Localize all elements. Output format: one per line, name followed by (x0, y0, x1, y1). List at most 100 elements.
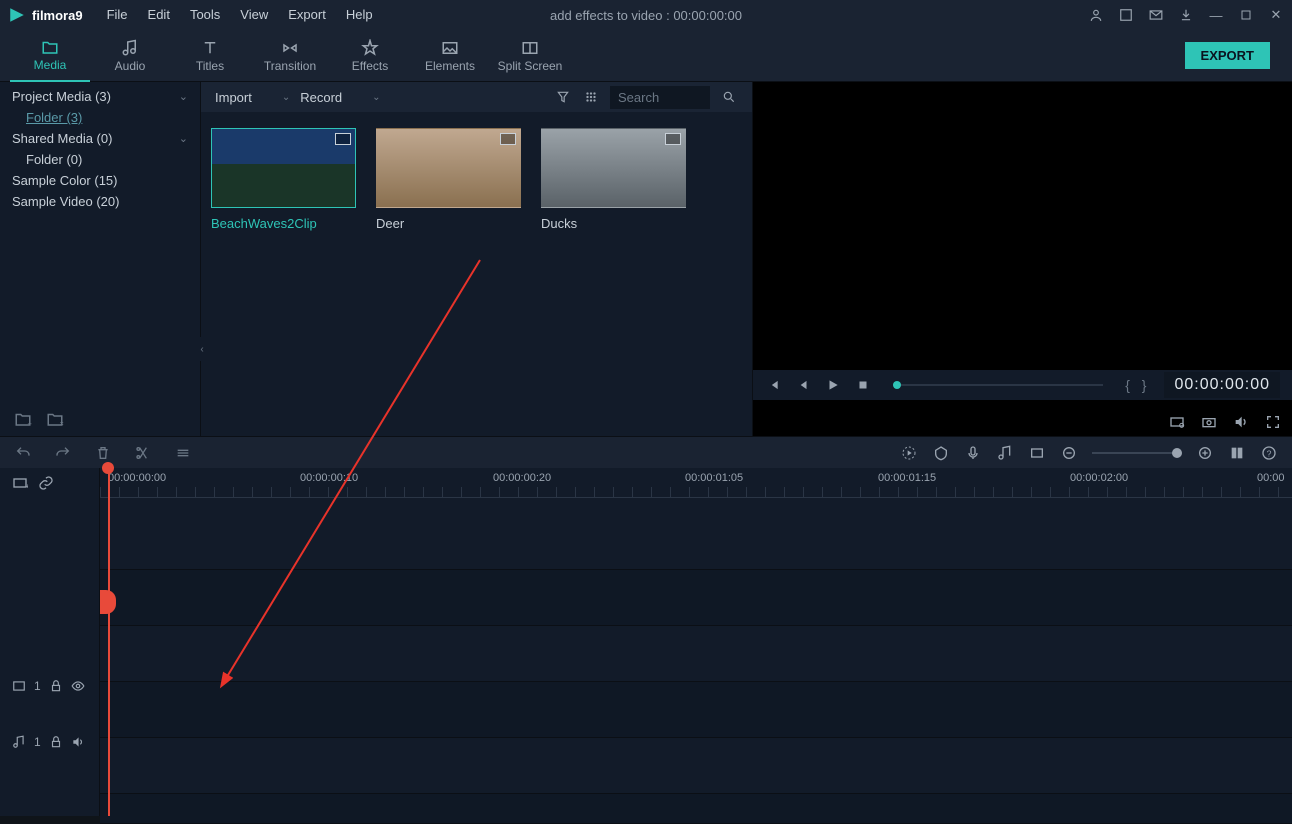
quality-icon[interactable] (1168, 414, 1186, 430)
sidebar-folder-0[interactable]: Folder (0) (0, 149, 200, 170)
redo-button[interactable] (54, 445, 72, 461)
svg-text:×: × (60, 419, 64, 428)
marker-icon[interactable] (932, 445, 950, 461)
close-icon[interactable]: ✕ (1268, 7, 1284, 23)
timeline: + 1 1 00:00:00:00 00:00:00:10 00:00:00:2… (0, 468, 1292, 816)
clip-deer[interactable]: Deer (376, 128, 521, 231)
video-track-index: 1 (34, 679, 41, 693)
minimize-icon[interactable]: — (1208, 7, 1224, 23)
media-bar: Import⌄ Record⌄ (201, 82, 752, 112)
timeline-toolbar: ? (0, 436, 1292, 468)
playhead-marker[interactable] (102, 462, 114, 474)
video-track-head[interactable]: 1 (0, 658, 99, 714)
view-mode-icon[interactable] (1228, 445, 1246, 461)
menu-view[interactable]: View (230, 0, 278, 30)
film-icon (500, 133, 516, 145)
mail-icon[interactable] (1148, 7, 1164, 23)
film-icon (665, 133, 681, 145)
sidebar-project-media[interactable]: Project Media (3)⌄ (0, 86, 200, 107)
zoom-out-button[interactable] (1060, 445, 1078, 461)
transport-bar: { } 00:00:00:00 (753, 370, 1292, 400)
record-icon[interactable] (964, 445, 982, 461)
crop-button[interactable] (174, 445, 192, 461)
preview-pane: { } 00:00:00:00 (752, 82, 1292, 436)
stop-button[interactable] (855, 377, 871, 393)
download-icon[interactable] (1178, 7, 1194, 23)
sidebar-sample-video[interactable]: Sample Video (20) (0, 191, 200, 212)
fit-icon[interactable] (1028, 445, 1046, 461)
export-button[interactable]: EXPORT (1185, 42, 1270, 69)
tab-media[interactable]: Media (10, 30, 90, 82)
search-input[interactable] (610, 86, 710, 109)
sidebar-collapse-handle[interactable]: ‹ (198, 337, 206, 361)
link-icon[interactable] (38, 475, 54, 491)
playhead-knob[interactable] (100, 590, 116, 614)
tab-audio[interactable]: Audio (90, 30, 170, 82)
main-menu: File Edit Tools View Export Help (97, 0, 383, 30)
snapshot-icon[interactable] (1200, 414, 1218, 430)
tab-elements[interactable]: Elements (410, 30, 490, 82)
zoom-slider[interactable] (1092, 452, 1182, 454)
chevron-down-icon: ⌄ (372, 92, 380, 103)
save-icon[interactable] (1118, 7, 1134, 23)
menu-help[interactable]: Help (336, 0, 383, 30)
menu-edit[interactable]: Edit (138, 0, 180, 30)
tab-effects[interactable]: Effects (330, 30, 410, 82)
sidebar-sample-color[interactable]: Sample Color (15) (0, 170, 200, 191)
menu-file[interactable]: File (97, 0, 138, 30)
sidebar-folder-3[interactable]: Folder (3) (0, 107, 200, 128)
clip-grid: BeachWaves2Clip Deer Ducks (201, 112, 752, 247)
clip-ducks[interactable]: Ducks (541, 128, 686, 231)
svg-text:+: + (25, 481, 28, 490)
user-icon[interactable] (1088, 7, 1104, 23)
add-track-icon[interactable]: + (12, 475, 28, 491)
star-icon (361, 39, 379, 57)
playhead[interactable] (108, 468, 110, 816)
render-icon[interactable] (900, 445, 918, 461)
zoom-in-button[interactable] (1196, 445, 1214, 461)
add-folder-icon[interactable]: + (14, 410, 32, 428)
record-dropdown[interactable]: Record⌄ (300, 90, 380, 105)
tab-titles[interactable]: Titles (170, 30, 250, 82)
app-name: filmora (32, 8, 75, 23)
grid-icon[interactable] (582, 90, 600, 104)
mark-in-out[interactable]: { } (1125, 377, 1150, 393)
seek-bar[interactable] (893, 384, 1103, 386)
timeline-track[interactable] (100, 794, 1292, 824)
import-dropdown[interactable]: Import⌄ (215, 90, 290, 105)
play-back-button[interactable] (795, 377, 811, 393)
split-button[interactable] (134, 445, 152, 461)
menu-export[interactable]: Export (278, 0, 336, 30)
folder-icon (41, 38, 59, 56)
audio-track[interactable] (100, 738, 1292, 794)
undo-button[interactable] (14, 445, 32, 461)
fullscreen-icon[interactable] (1264, 414, 1282, 430)
lock-icon[interactable] (49, 679, 63, 693)
remove-folder-icon[interactable]: × (46, 410, 64, 428)
tab-split-screen[interactable]: Split Screen (490, 30, 570, 82)
filter-icon[interactable] (554, 90, 572, 104)
search-icon[interactable] (720, 90, 738, 104)
sidebar-shared-media[interactable]: Shared Media (0)⌄ (0, 128, 200, 149)
menu-tools[interactable]: Tools (180, 0, 230, 30)
zoom-handle[interactable] (1172, 448, 1182, 458)
mixer-icon[interactable] (996, 445, 1014, 461)
note-icon (12, 735, 26, 749)
titlebar: filmora9 File Edit Tools View Export Hel… (0, 0, 1292, 30)
prev-frame-button[interactable] (765, 377, 781, 393)
maximize-icon[interactable] (1238, 7, 1254, 23)
note-icon (121, 39, 139, 57)
tab-transition[interactable]: Transition (250, 30, 330, 82)
audio-track-head[interactable]: 1 (0, 714, 99, 770)
seek-handle[interactable] (893, 381, 901, 389)
film-icon (335, 133, 351, 145)
play-button[interactable] (825, 377, 841, 393)
delete-button[interactable] (94, 445, 112, 461)
speaker-icon[interactable] (71, 735, 85, 749)
clip-beach[interactable]: BeachWaves2Clip (211, 128, 356, 231)
help-icon[interactable]: ? (1260, 445, 1278, 461)
volume-icon[interactable] (1232, 414, 1250, 430)
eye-icon[interactable] (71, 679, 85, 693)
lock-icon[interactable] (49, 735, 63, 749)
sidebar: Project Media (3)⌄ Folder (3) Shared Med… (0, 82, 200, 436)
